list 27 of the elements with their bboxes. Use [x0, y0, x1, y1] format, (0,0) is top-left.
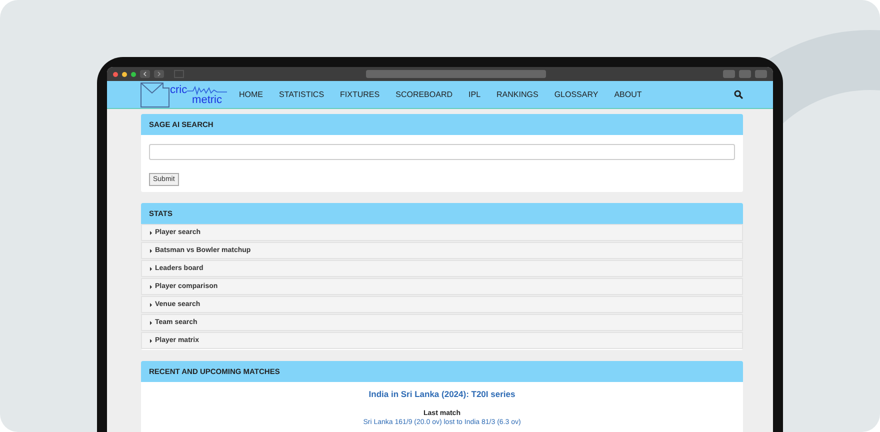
logo-text[interactable]: metric [192, 94, 222, 104]
nav-link[interactable]: RANKINGS [496, 90, 538, 99]
nav-link[interactable]: GLOSSARY [554, 90, 598, 99]
series-link[interactable]: India in Sri Lanka (2024): T20I series [368, 389, 516, 399]
wave-line-icon [187, 84, 227, 94]
maximize-window-icon[interactable] [131, 72, 136, 76]
nav-link[interactable]: IPL [468, 90, 481, 99]
caret-icon [150, 266, 152, 270]
forward-icon[interactable] [154, 70, 164, 78]
search-field[interactable] [149, 144, 735, 160]
logo-text[interactable]: cric [170, 84, 225, 94]
caret-icon [150, 338, 152, 342]
caret-icon [150, 302, 152, 306]
back-icon[interactable] [140, 70, 150, 78]
nav-link[interactable]: ABOUT [614, 90, 642, 99]
caret-icon [150, 230, 152, 234]
nav-link[interactable]: HOME [239, 90, 263, 99]
close-window-icon[interactable] [113, 72, 118, 76]
caret-icon [150, 248, 152, 252]
minimize-window-icon[interactable] [122, 72, 127, 76]
nav-link[interactable]: FIXTURES [340, 90, 380, 99]
search-icon[interactable] [734, 90, 743, 99]
caret-icon [150, 284, 152, 288]
nav-link[interactable]: STATISTICS [279, 90, 324, 99]
caret-icon [150, 320, 152, 324]
logo-envelope-icon [140, 82, 170, 108]
nav-link[interactable]: SCOREBOARD [396, 90, 453, 99]
